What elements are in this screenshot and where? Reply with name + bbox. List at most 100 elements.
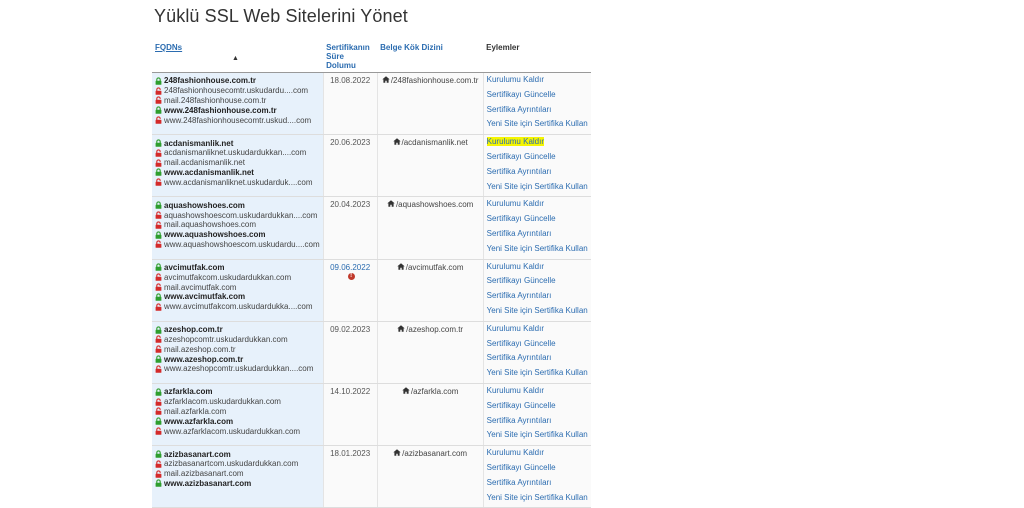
uninstall-link-label[interactable]: Kurulumu Kaldır	[487, 262, 544, 271]
actions-cell: Kurulumu Kaldır Sertifikayı Güncelle Serti…	[483, 134, 591, 198]
table-row: avcimutfak.com avcimutfakcom.uskudardukka…	[152, 259, 591, 322]
fqdn-cell: azizbasanart.com azizbasanartcom.uskudard…	[152, 445, 324, 508]
certificate-details-link-label[interactable]: Sertifika Ayrıntıları	[487, 353, 552, 362]
fqdns-sort-link[interactable]: FQDNs	[155, 43, 182, 52]
use-cert-for-new-site-link-label[interactable]: Yeni Site için Sertifika Kullan	[487, 368, 588, 377]
fqdn-text: mail.azizbasanart.com	[164, 469, 244, 479]
certificate-details-link[interactable]: Sertifika Ayrıntıları	[487, 229, 588, 244]
fqdn-text: aquashowshoes.com	[164, 200, 245, 210]
certificate-details-link-label[interactable]: Sertifika Ayrıntıları	[487, 105, 552, 114]
column-header-docroot[interactable]: Belge Kök Dizini	[377, 41, 484, 73]
use-cert-for-new-site-link[interactable]: Yeni Site için Sertifika Kullan	[487, 368, 588, 383]
use-cert-for-new-site-link-label[interactable]: Yeni Site için Sertifika Kullan	[487, 493, 588, 502]
update-certificate-link-label[interactable]: Sertifikayı Güncelle	[487, 152, 556, 161]
uninstall-link[interactable]: Kurulumu Kaldır	[487, 262, 588, 277]
certificate-details-link[interactable]: Sertifika Ayrıntıları	[487, 478, 588, 493]
table-row: azizbasanart.com azizbasanartcom.uskudard…	[152, 445, 591, 508]
use-cert-for-new-site-link-label[interactable]: Yeni Site için Sertifika Kullan	[487, 430, 588, 439]
lock-insecure-icon	[155, 407, 164, 416]
certificate-details-link[interactable]: Sertifika Ayrıntıları	[487, 167, 588, 182]
lock-secure-icon	[155, 479, 164, 488]
expiry-cell: 14.10.2022	[323, 383, 378, 447]
docroot-path: /azeshop.com.tr	[406, 324, 464, 334]
use-cert-for-new-site-link[interactable]: Yeni Site için Sertifika Kullan	[487, 493, 588, 508]
fqdn-cell: azeshop.com.tr azeshopcomtr.uskudardukkan…	[152, 321, 324, 384]
actions-cell: Kurulumu Kaldır Sertifikayı Güncelle Serti…	[483, 383, 591, 447]
update-certificate-link-label[interactable]: Sertifikayı Güncelle	[487, 214, 556, 223]
fqdn-entry: www.azfarkla.com	[155, 416, 320, 426]
fqdn-entry: www.aquashowshoes.com	[155, 230, 320, 240]
certificate-details-link-label[interactable]: Sertifika Ayrıntıları	[487, 478, 552, 487]
column-header-expiry[interactable]: Sertifikanın Süre Dolumu	[323, 41, 378, 73]
update-certificate-link[interactable]: Sertifikayı Güncelle	[487, 90, 588, 105]
actions-cell: Kurulumu Kaldır Sertifikayı Güncelle Serti…	[483, 445, 591, 508]
use-cert-for-new-site-link[interactable]: Yeni Site için Sertifika Kullan	[487, 244, 588, 259]
certificate-details-link-label[interactable]: Sertifika Ayrıntıları	[487, 416, 552, 425]
expiry-header-line1[interactable]: Sertifikanın	[326, 43, 370, 52]
use-cert-for-new-site-link-label[interactable]: Yeni Site için Sertifika Kullan	[487, 244, 588, 253]
lock-secure-icon	[155, 106, 164, 115]
update-certificate-link-label[interactable]: Sertifikayı Güncelle	[487, 463, 556, 472]
update-certificate-link-label[interactable]: Sertifikayı Güncelle	[487, 276, 556, 285]
uninstall-link-label[interactable]: Kurulumu Kaldır	[487, 448, 544, 457]
certificate-details-link-label[interactable]: Sertifika Ayrıntıları	[487, 229, 552, 238]
home-icon	[387, 200, 396, 209]
column-header-fqdns[interactable]: FQDNs ▲	[152, 41, 324, 73]
certificate-details-link[interactable]: Sertifika Ayrıntıları	[487, 105, 588, 120]
fqdn-entry: avcimutfakcom.uskudardukkan.com	[155, 272, 320, 282]
table-row: azeshop.com.tr azeshopcomtr.uskudardukkan…	[152, 321, 591, 384]
update-certificate-link[interactable]: Sertifikayı Güncelle	[487, 401, 588, 416]
uninstall-link[interactable]: Kurulumu Kaldır	[487, 199, 588, 214]
certificate-details-link[interactable]: Sertifika Ayrıntıları	[487, 416, 588, 431]
fqdn-entry: mail.aquashowshoes.com	[155, 220, 320, 230]
uninstall-link[interactable]: Kurulumu Kaldır	[487, 448, 588, 463]
uninstall-link[interactable]: Kurulumu Kaldır	[487, 324, 588, 339]
fqdn-cell: aquashowshoes.com aquashowshoescom.uskuda…	[152, 196, 324, 260]
uninstall-link-label[interactable]: Kurulumu Kaldır	[487, 386, 544, 395]
use-cert-for-new-site-link-label[interactable]: Yeni Site için Sertifika Kullan	[487, 182, 588, 191]
update-certificate-link-label[interactable]: Sertifikayı Güncelle	[487, 90, 556, 99]
update-certificate-link[interactable]: Sertifikayı Güncelle	[487, 214, 588, 229]
lock-insecure-icon	[155, 335, 164, 344]
uninstall-link-label[interactable]: Kurulumu Kaldır	[487, 75, 544, 84]
update-certificate-link-label[interactable]: Sertifikayı Güncelle	[487, 339, 556, 348]
update-certificate-link[interactable]: Sertifikayı Güncelle	[487, 152, 588, 167]
use-cert-for-new-site-link[interactable]: Yeni Site için Sertifika Kullan	[487, 182, 588, 197]
use-cert-for-new-site-link-label[interactable]: Yeni Site için Sertifika Kullan	[487, 306, 588, 315]
uninstall-link[interactable]: Kurulumu Kaldır	[486, 137, 588, 152]
update-certificate-link[interactable]: Sertifikayı Güncelle	[487, 339, 588, 354]
use-cert-for-new-site-link[interactable]: Yeni Site için Sertifika Kullan	[487, 430, 588, 445]
fqdn-entry: mail.azizbasanart.com	[155, 469, 320, 479]
docroot-header-label[interactable]: Belge Kök Dizini	[380, 43, 443, 52]
expiry-header-line2[interactable]: Süre Dolumu	[326, 52, 356, 70]
expiry-date[interactable]: 09.06.2022	[330, 263, 370, 272]
use-cert-for-new-site-link[interactable]: Yeni Site için Sertifika Kullan	[487, 119, 588, 134]
page-title: Yüklü SSL Web Sitelerini Yönet	[154, 6, 408, 26]
use-cert-for-new-site-link[interactable]: Yeni Site için Sertifika Kullan	[487, 306, 588, 321]
certificate-details-link[interactable]: Sertifika Ayrıntıları	[487, 353, 588, 368]
docroot-cell: /azeshop.com.tr	[377, 321, 484, 384]
fqdn-entry: www.248fashionhouse.com.tr	[155, 105, 320, 115]
update-certificate-link-label[interactable]: Sertifikayı Güncelle	[487, 401, 556, 410]
fqdn-entry: mail.acdanismanlik.net	[155, 158, 320, 168]
fqdn-entry: www.azfarklacom.uskudardukkan.com	[155, 426, 320, 436]
fqdn-entry: www.azeshopcomtr.uskudardukkan....com	[155, 364, 320, 374]
uninstall-link-label[interactable]: Kurulumu Kaldır	[487, 199, 544, 208]
update-certificate-link[interactable]: Sertifikayı Güncelle	[487, 276, 588, 291]
table-row: azfarkla.com azfarklacom.uskudardukkan.co…	[152, 383, 591, 447]
expiry-cell: 09.06.2022!	[323, 259, 378, 322]
update-certificate-link[interactable]: Sertifikayı Güncelle	[487, 463, 588, 478]
certificate-details-link-label[interactable]: Sertifika Ayrıntıları	[487, 167, 552, 176]
uninstall-link[interactable]: Kurulumu Kaldır	[487, 75, 588, 90]
certificate-details-link[interactable]: Sertifika Ayrıntıları	[487, 291, 588, 306]
use-cert-for-new-site-link-label[interactable]: Yeni Site için Sertifika Kullan	[487, 119, 588, 128]
uninstall-link-label[interactable]: Kurulumu Kaldır	[487, 324, 544, 333]
docroot-path: /azizbasanart.com	[402, 449, 468, 459]
expiry-date: 18.08.2022	[330, 76, 371, 85]
lock-insecure-icon	[155, 149, 164, 157]
uninstall-link[interactable]: Kurulumu Kaldır	[487, 386, 588, 401]
table-header-row: FQDNs ▲ Sertifikanın Süre Dolumu Belge K…	[152, 41, 591, 73]
uninstall-link-label[interactable]: Kurulumu Kaldır	[486, 137, 544, 147]
certificate-details-link-label[interactable]: Sertifika Ayrıntıları	[487, 291, 552, 300]
fqdn-text: avcimutfak.com	[164, 262, 225, 272]
